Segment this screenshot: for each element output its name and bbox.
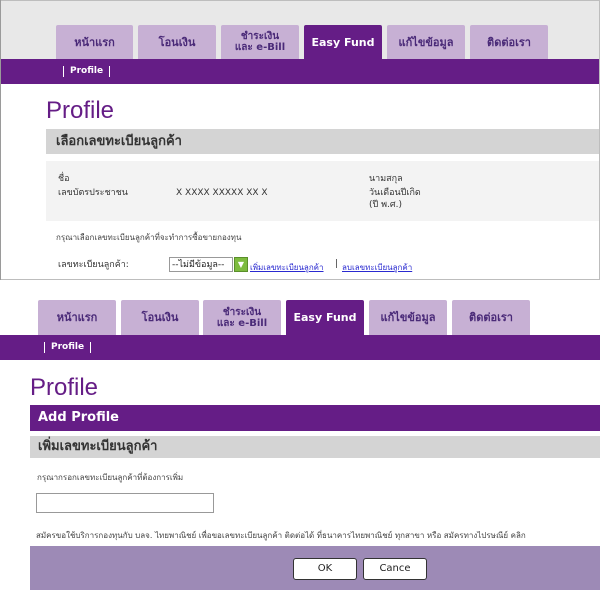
tab-edit-info-label: แก้ไขข้อมูล	[398, 35, 454, 49]
registration-footnote: สมัครขอใช้บริการกองทุนกับ บลจ. ไทยพาณิชย…	[36, 529, 600, 542]
customer-info-box: ชื่อ เลขบัตรประชาชน X XXXX XXXXX XX X นา…	[46, 161, 599, 221]
tab-payment-label-2: และ e-Bill	[216, 317, 268, 329]
screen-select-profile: หน้าแรก โอนเงิน ชำระเงิน และ e-Bill Easy…	[0, 0, 600, 280]
tab-payment[interactable]: ชำระเงิน และ e-Bill	[203, 300, 281, 335]
page-title: Profile	[46, 97, 115, 124]
sub-navigation-2: Profile	[0, 335, 600, 360]
sub-navigation: Profile	[1, 59, 599, 84]
tab-contact-label: ติดต่อเรา	[469, 311, 513, 324]
add-profile-header: Add Profile	[30, 405, 600, 431]
section-select-customer-id: เลือกเลขทะเบียนลูกค้า	[46, 129, 599, 154]
add-instruction: กรุณากรอกเลขทะเบียนลูกค้าที่ต้องการเพิ่ม	[37, 473, 184, 482]
delete-customer-id-link[interactable]: ลบเลขทะเบียนลูกค้า	[342, 261, 412, 274]
panel-border	[0, 0, 1, 280]
tab-bar-2: หน้าแรก โอนเงิน ชำระเงิน และ e-Bill Easy…	[0, 283, 600, 335]
tab-payment-label: ชำระเงิน	[240, 31, 280, 42]
screen-add-profile: หน้าแรก โอนเงิน ชำระเงิน และ e-Bill Easy…	[0, 283, 600, 590]
tab-contact[interactable]: ติดต่อเรา	[470, 25, 548, 59]
tab-easy-fund-label: Easy Fund	[311, 35, 375, 49]
tab-edit-info[interactable]: แก้ไขข้อมูล	[387, 25, 465, 59]
chevron-down-icon[interactable]: ▼	[234, 257, 248, 272]
id-card-value: X XXXX XXXXX XX X	[176, 188, 268, 198]
customer-id-select[interactable]: --ไม่มีข้อมูล-- ▼	[169, 257, 248, 272]
tab-home-label: หน้าแรก	[74, 35, 115, 49]
add-customer-id-link[interactable]: เพิ่มเลขทะเบียนลูกค้า	[250, 261, 324, 274]
id-card-label: เลขบัตรประชาชน	[58, 188, 128, 198]
surname-label: นามสกุล	[369, 174, 403, 184]
tab-payment-label: ชำระเงิน	[222, 306, 262, 318]
action-bar: OK Cance	[30, 546, 600, 590]
tab-home[interactable]: หน้าแรก	[38, 300, 116, 335]
link-separator: |	[335, 259, 339, 269]
tab-contact[interactable]: ติดต่อเรา	[452, 300, 530, 335]
registration-footnote-text: สมัครขอใช้บริการกองทุนกับ บลจ. ไทยพาณิชย…	[36, 531, 526, 540]
subnav-profile-link[interactable]: Profile	[44, 342, 92, 353]
tab-transfer[interactable]: โอนเงิน	[121, 300, 199, 335]
tab-transfer-label: โอนเงิน	[141, 311, 179, 324]
ok-button[interactable]: OK	[293, 558, 357, 580]
select-instruction: กรุณาเลือกเลขทะเบียนลูกค้าที่จะทำการซื้อ…	[56, 233, 242, 242]
tab-transfer-label: โอนเงิน	[158, 35, 196, 49]
customer-id-select-value: --ไม่มีข้อมูล--	[172, 260, 225, 270]
tab-edit-info[interactable]: แก้ไขข้อมูล	[369, 300, 447, 335]
tab-easy-fund-label: Easy Fund	[293, 311, 357, 324]
cancel-button[interactable]: Cance	[363, 558, 427, 580]
tab-easy-fund[interactable]: Easy Fund	[286, 300, 364, 335]
tab-bar: หน้าแรก โอนเงิน ชำระเงิน และ e-Bill Easy…	[1, 1, 599, 59]
tab-transfer[interactable]: โอนเงิน	[138, 25, 216, 59]
customer-id-label: เลขทะเบียนลูกค้า:	[58, 260, 129, 270]
tab-easy-fund[interactable]: Easy Fund	[304, 25, 382, 59]
dob-label: วันเดือนปีเกิด	[369, 188, 421, 198]
subnav-profile-link[interactable]: Profile	[63, 66, 111, 77]
customer-id-input[interactable]	[36, 493, 214, 513]
tab-home[interactable]: หน้าแรก	[56, 25, 133, 59]
dob-label-year: (ปี พ.ศ.)	[369, 200, 402, 210]
tab-payment-label-2: และ e-Bill	[234, 42, 286, 53]
tab-home-label: หน้าแรก	[56, 311, 98, 324]
page-title: Profile	[30, 374, 99, 401]
name-label: ชื่อ	[58, 174, 70, 184]
tab-payment[interactable]: ชำระเงิน และ e-Bill	[221, 25, 299, 59]
section-add-customer-id: เพิ่มเลขทะเบียนลูกค้า	[30, 436, 600, 458]
tab-edit-info-label: แก้ไขข้อมูล	[380, 311, 436, 324]
tab-contact-label: ติดต่อเรา	[487, 35, 531, 49]
